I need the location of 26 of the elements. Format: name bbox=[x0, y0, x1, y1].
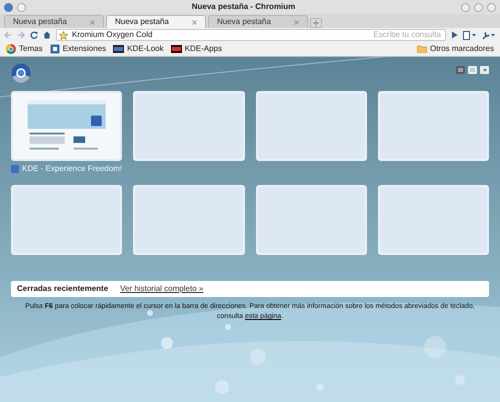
tab[interactable]: Nueva pestaña bbox=[106, 15, 206, 28]
address-bar[interactable]: Kromium Oxygen Cold Escribe tu consulta bbox=[56, 29, 446, 41]
reload-icon[interactable] bbox=[30, 31, 38, 39]
film-icon bbox=[113, 44, 124, 54]
bookmark[interactable]: Extensiones bbox=[50, 43, 106, 55]
window-title: Nueva pestaña - Chromium bbox=[190, 1, 296, 13]
bookmark[interactable]: KDE-Look bbox=[113, 43, 164, 55]
star-icon[interactable] bbox=[59, 30, 68, 40]
folder-icon bbox=[416, 45, 427, 53]
tab[interactable]: Nueva pestaña bbox=[208, 15, 308, 28]
new-tab-button[interactable] bbox=[310, 18, 322, 28]
chrome-icon bbox=[6, 44, 16, 54]
back-icon[interactable] bbox=[4, 31, 12, 39]
bookmark[interactable]: Temas bbox=[6, 43, 43, 55]
go-icon[interactable] bbox=[451, 31, 458, 39]
puzzle-icon bbox=[50, 44, 60, 54]
plus-icon bbox=[313, 20, 319, 26]
tab[interactable]: Nueva pestaña bbox=[4, 15, 104, 28]
app-icon bbox=[4, 2, 13, 12]
wrench-icon[interactable] bbox=[482, 30, 496, 40]
page-menu-icon[interactable] bbox=[463, 30, 477, 40]
home-icon[interactable] bbox=[43, 31, 51, 39]
bookmark-folder[interactable]: Otros marcadores bbox=[416, 43, 494, 55]
bookmark[interactable]: KDE-Apps bbox=[170, 43, 222, 55]
forward-icon[interactable] bbox=[17, 31, 25, 39]
film-icon bbox=[170, 44, 182, 54]
